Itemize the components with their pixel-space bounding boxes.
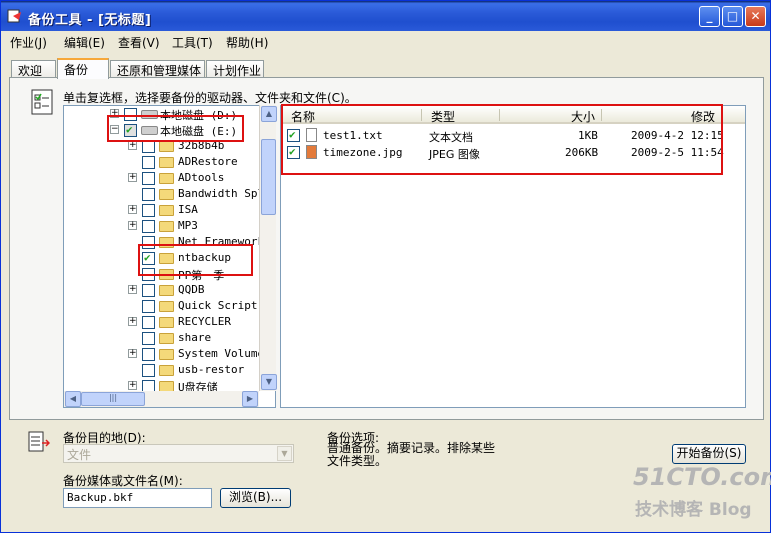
media-label: 备份媒体或文件名(M): <box>63 474 183 488</box>
tree-checkbox[interactable] <box>142 284 155 297</box>
menu-job[interactable]: 作业(J) <box>10 34 47 51</box>
tree-checkbox[interactable] <box>142 204 155 217</box>
folder-icon <box>159 365 174 376</box>
tree-checkbox[interactable] <box>142 348 155 361</box>
menu-view[interactable]: 查看(V) <box>118 34 160 51</box>
folder-icon <box>159 205 174 216</box>
folder-icon <box>159 349 174 360</box>
folder-icon <box>159 221 174 232</box>
tree-item-label: ISA <box>178 203 198 216</box>
expand-toggle[interactable]: + <box>128 317 137 326</box>
expand-toggle[interactable]: + <box>128 173 137 182</box>
watermark-line2: 技术博客 Blog <box>635 500 752 520</box>
tab-backup[interactable]: 备份 <box>57 58 109 79</box>
expand-toggle[interactable]: + <box>128 349 137 358</box>
folder-icon <box>159 173 174 184</box>
tree-item-label: ADtools <box>178 171 225 184</box>
tree-checkbox[interactable] <box>142 156 155 169</box>
folder-icon <box>159 301 174 312</box>
backup-destination-icon <box>28 431 50 452</box>
tree-vertical-scrollbar[interactable]: ▲ ▼ <box>259 105 277 391</box>
tree-item-label: Bandwidth Spl <box>178 187 265 200</box>
folder-icon <box>159 317 174 328</box>
browse-button[interactable]: 浏览(B)... <box>220 488 291 508</box>
destination-select[interactable]: 文件 ▼ <box>63 444 294 463</box>
minimize-button[interactable]: _ <box>699 6 720 27</box>
scroll-down-icon[interactable]: ▼ <box>261 374 277 390</box>
tree-item-label: ADRestore <box>178 155 238 168</box>
tab-welcome[interactable]: 欢迎 <box>11 60 56 78</box>
tab-schedule[interactable]: 计划作业 <box>206 60 264 78</box>
options-summary: 普通备份。摘要记录。排除某些文件类型。 <box>327 441 496 468</box>
tree-checkbox[interactable] <box>142 188 155 201</box>
backup-app-icon <box>7 9 21 23</box>
scroll-up-icon[interactable]: ▲ <box>261 106 277 122</box>
tree-item-label: QQDB <box>178 283 205 296</box>
tab-restore[interactable]: 还原和管理媒体 <box>110 60 205 78</box>
watermark-line1: 51CTO.com <box>633 463 771 491</box>
chevron-down-icon[interactable]: ▼ <box>277 446 292 461</box>
menu-tools[interactable]: 工具(T) <box>172 34 213 51</box>
scroll-thumb[interactable] <box>261 139 276 215</box>
scroll-thumb[interactable]: ||| <box>81 392 145 406</box>
highlight-box-files <box>281 104 723 175</box>
checklist-icon <box>31 89 53 115</box>
close-button[interactable]: ✕ <box>745 6 766 27</box>
tree-item-label: RECYCLER <box>178 315 231 328</box>
expand-toggle[interactable]: + <box>128 381 137 390</box>
tree-item-label: MP3 <box>178 219 198 232</box>
folder-icon <box>159 285 174 296</box>
tree-item-label: usb-restor <box>178 363 245 376</box>
scroll-right-icon[interactable]: ▶ <box>242 391 258 407</box>
scroll-left-icon[interactable]: ◀ <box>65 391 81 407</box>
tree-item-label: share <box>178 331 212 344</box>
expand-toggle[interactable]: + <box>128 141 137 150</box>
highlight-box-folder <box>138 244 253 276</box>
menu-bar: 作业(J) 编辑(E) 查看(V) 工具(T) 帮助(H) <box>1 31 770 51</box>
expand-toggle[interactable]: + <box>128 205 137 214</box>
window-title: 备份工具 - [无标题] <box>28 13 152 28</box>
folder-icon <box>159 157 174 168</box>
media-filename-input[interactable]: Backup.bkf <box>63 488 212 508</box>
tree-item-label: System Volume <box>178 347 265 360</box>
tree-item-label: Quick Script <box>178 299 258 312</box>
folder-icon <box>159 189 174 200</box>
tree-checkbox[interactable] <box>142 316 155 329</box>
expand-toggle[interactable]: + <box>128 221 137 230</box>
tree-checkbox[interactable] <box>142 364 155 377</box>
highlight-box-drive <box>107 115 244 142</box>
menu-edit[interactable]: 编辑(E) <box>64 34 105 51</box>
tree-checkbox[interactable] <box>142 172 155 185</box>
menu-help[interactable]: 帮助(H) <box>226 34 268 51</box>
expand-toggle[interactable]: + <box>128 285 137 294</box>
maximize-button[interactable]: □ <box>722 6 743 27</box>
tree-horizontal-scrollbar[interactable]: ◀ ||| ▶ <box>64 391 259 407</box>
folder-icon <box>159 141 174 152</box>
tree-checkbox[interactable] <box>142 332 155 345</box>
title-bar[interactable]: 备份工具 - [无标题] _ □ ✕ <box>1 1 770 31</box>
destination-value: 文件 <box>67 448 92 462</box>
folder-icon <box>159 333 174 344</box>
start-backup-button[interactable]: 开始备份(S) <box>672 444 746 464</box>
tree-checkbox[interactable] <box>142 220 155 233</box>
tree-checkbox[interactable] <box>142 300 155 313</box>
app-window: 备份工具 - [无标题] _ □ ✕ 作业(J) 编辑(E) 查看(V) 工具(… <box>0 0 771 533</box>
